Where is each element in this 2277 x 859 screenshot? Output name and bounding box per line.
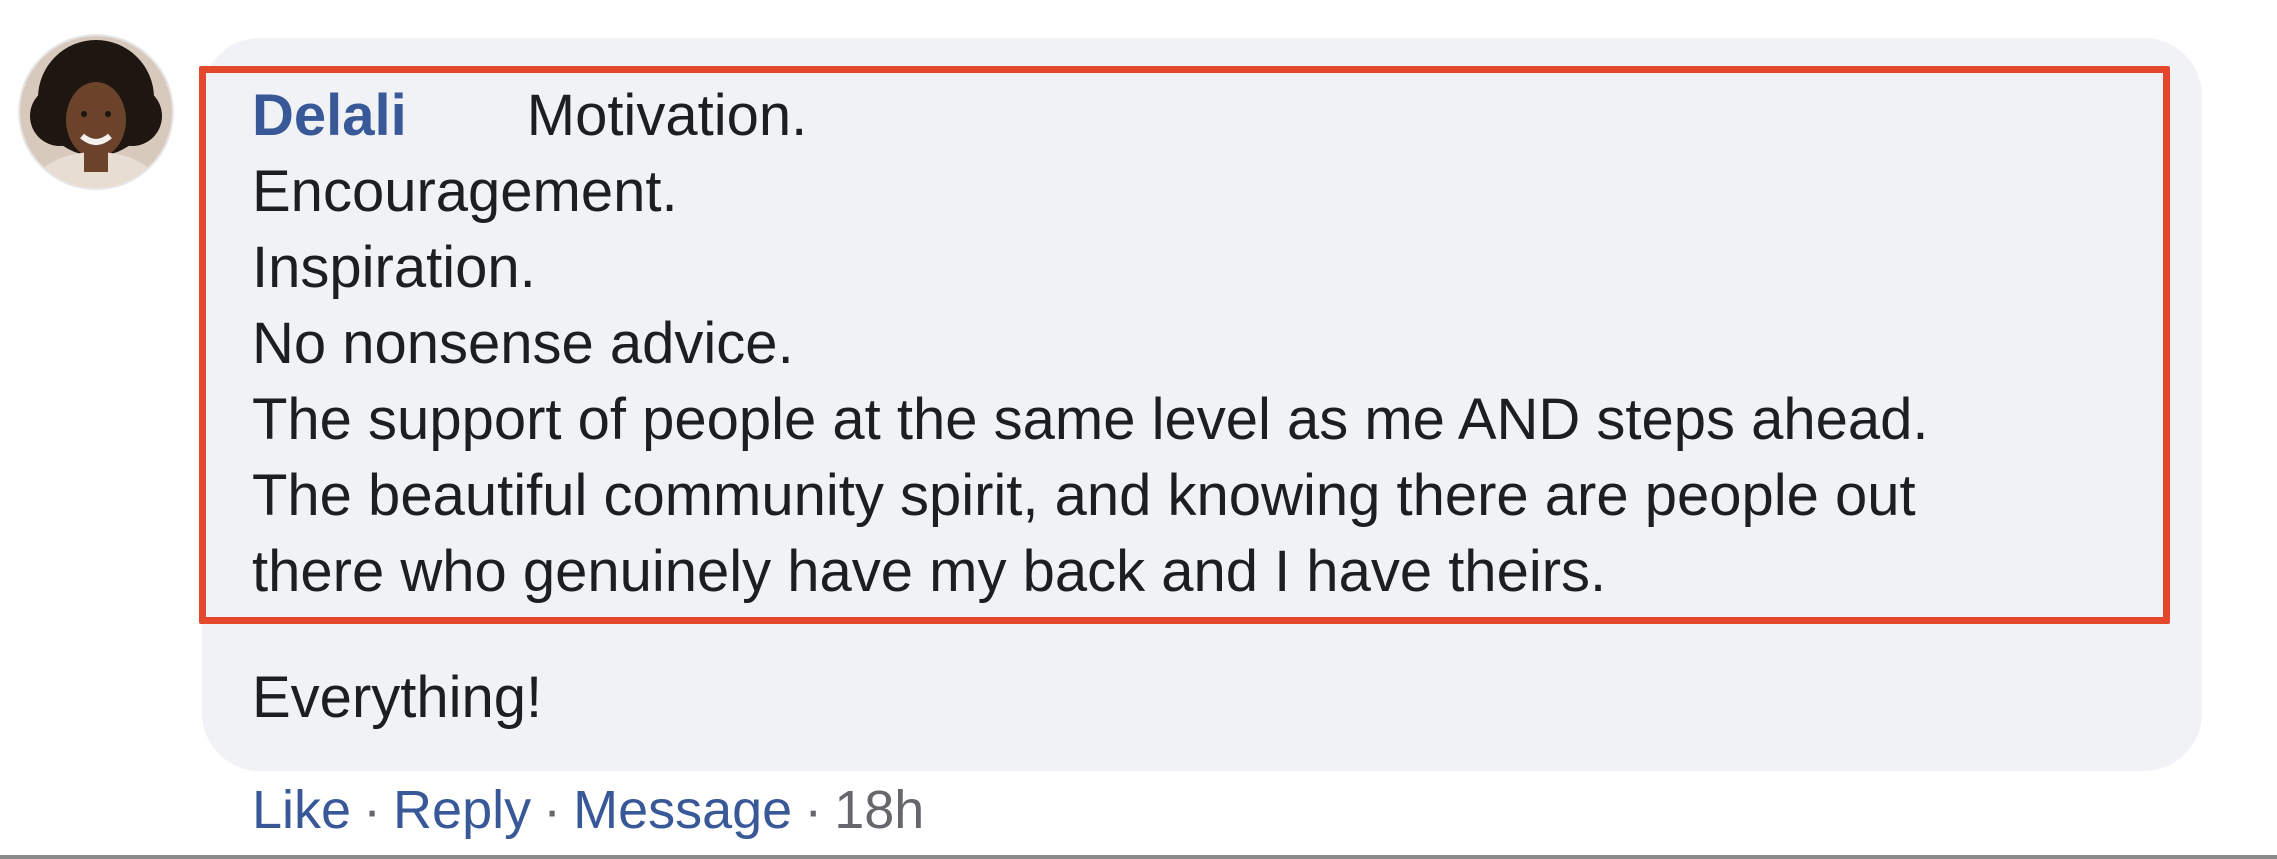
comment-first-line: Delali Motivation. [252,78,2152,154]
comment-line: Encouragement. [252,159,678,224]
comment-screenshot: Delali Motivation. Encouragement. Inspira… [0,0,2277,859]
bottom-divider [0,855,2277,859]
reply-link[interactable]: Reply [393,780,531,840]
profile-photo-icon [20,36,172,188]
separator-dot: · [804,780,823,840]
comment-timestamp[interactable]: 18h [834,780,924,840]
like-link[interactable]: Like [252,780,351,840]
redacted-surname [407,115,527,135]
comment-line: Inspiration. [252,235,536,300]
comment-line: The support of people at the same level … [252,387,1929,452]
comment-line: No nonsense advice. [252,311,794,376]
message-link[interactable]: Message [573,780,792,840]
separator-dot: · [363,780,382,840]
comment-closing-line: Everything! [252,665,543,730]
comment-line: The beautiful community spirit, and know… [252,463,1916,528]
separator-dot: · [543,780,562,840]
comment-line: there who genuinely have my back and I h… [252,539,1607,604]
comment-body: Delali Motivation. Encouragement. Inspira… [252,78,2152,610]
author-name[interactable]: Delali [252,83,407,148]
comment-actions: Like · Reply · Message · 18h [252,775,924,845]
avatar[interactable] [20,36,172,188]
comment-line-motivation: Motivation. [526,83,808,148]
